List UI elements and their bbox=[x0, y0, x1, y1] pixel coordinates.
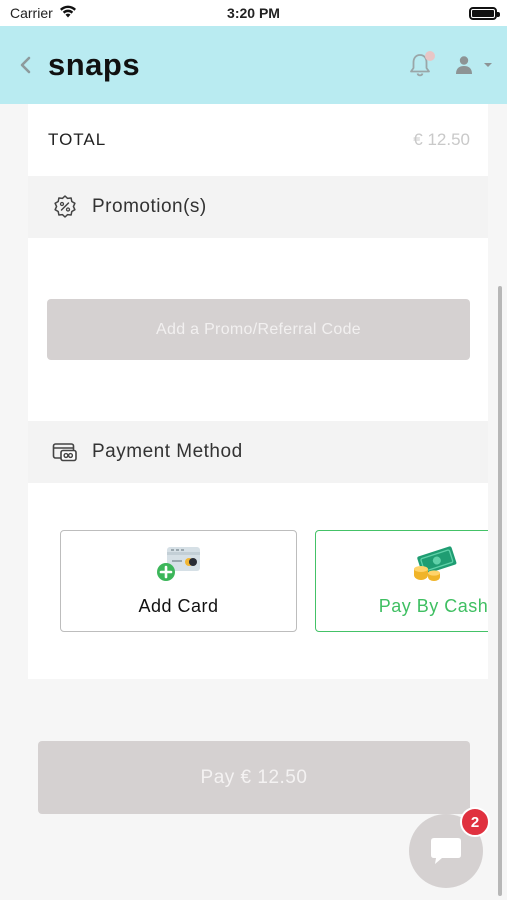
add-card-label: Add Card bbox=[138, 596, 219, 616]
total-row: TOTAL € 12.50 bbox=[28, 104, 488, 176]
header-actions bbox=[403, 48, 493, 82]
discount-badge-icon bbox=[52, 194, 78, 220]
user-menu-button[interactable] bbox=[455, 55, 493, 75]
add-promo-code-button[interactable]: Add a Promo/Referral Code bbox=[47, 299, 470, 360]
app-header: snaps bbox=[0, 26, 507, 104]
scrollbar[interactable] bbox=[498, 286, 502, 896]
pay-button[interactable]: Pay € 12.50 bbox=[38, 741, 470, 814]
pay-by-cash-option[interactable]: Pay By Cash bbox=[315, 530, 488, 632]
notification-dot bbox=[425, 51, 435, 61]
chat-unread-badge: 2 bbox=[460, 807, 490, 837]
promotions-title: Promotion(s) bbox=[92, 196, 207, 217]
payment-method-title: Payment Method bbox=[92, 441, 243, 462]
payment-method-header: Payment Method bbox=[28, 421, 488, 483]
total-label: TOTAL bbox=[48, 130, 107, 149]
wifi-icon bbox=[59, 5, 77, 21]
add-card-option[interactable]: Add Card bbox=[60, 530, 297, 632]
notifications-button[interactable] bbox=[403, 48, 437, 82]
status-bar: Carrier 3:20 PM bbox=[0, 0, 507, 26]
total-value: € 12.50 bbox=[413, 130, 470, 149]
chat-bubble-icon bbox=[431, 838, 461, 864]
back-button[interactable] bbox=[14, 53, 38, 77]
promotions-header: Promotion(s) bbox=[28, 176, 488, 238]
payment-options: Add Card Pay By Cash bbox=[28, 482, 488, 642]
pay-by-cash-label: Pay By Cash bbox=[378, 596, 488, 616]
checkout-card: TOTAL € 12.50 Promotion(s) Add a Promo/R… bbox=[28, 104, 488, 679]
wallet-icon bbox=[52, 439, 78, 465]
caret-down-icon bbox=[484, 63, 492, 67]
cash-icon bbox=[411, 545, 457, 588]
app-title: snaps bbox=[48, 47, 141, 82]
carrier-label: Carrier bbox=[10, 5, 53, 21]
status-left: Carrier bbox=[10, 5, 77, 21]
add-card-icon bbox=[156, 545, 202, 588]
user-icon bbox=[456, 56, 472, 74]
chevron-left-icon bbox=[20, 56, 31, 74]
battery-icon bbox=[469, 6, 500, 20]
